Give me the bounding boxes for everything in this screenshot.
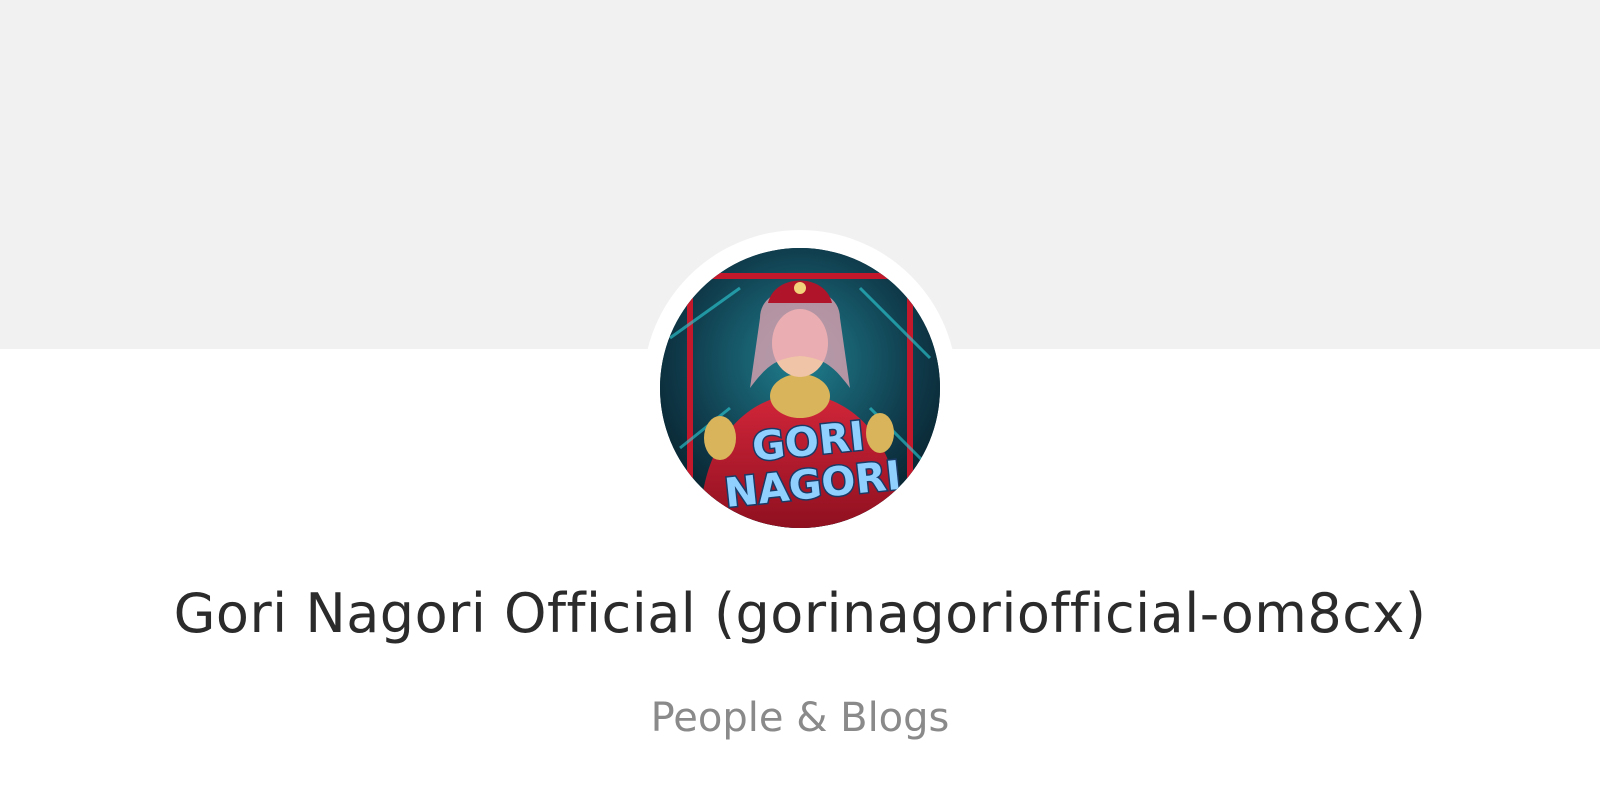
channel-header: GORI NAGORI Gori Nagori Official (gorina…	[0, 0, 1600, 800]
avatar-image: GORI NAGORI	[660, 248, 940, 528]
channel-category[interactable]: People & Blogs	[0, 692, 1600, 744]
channel-avatar[interactable]: GORI NAGORI	[660, 248, 940, 528]
channel-title: Gori Nagori Official (gorinagoriofficial…	[173, 582, 1427, 645]
